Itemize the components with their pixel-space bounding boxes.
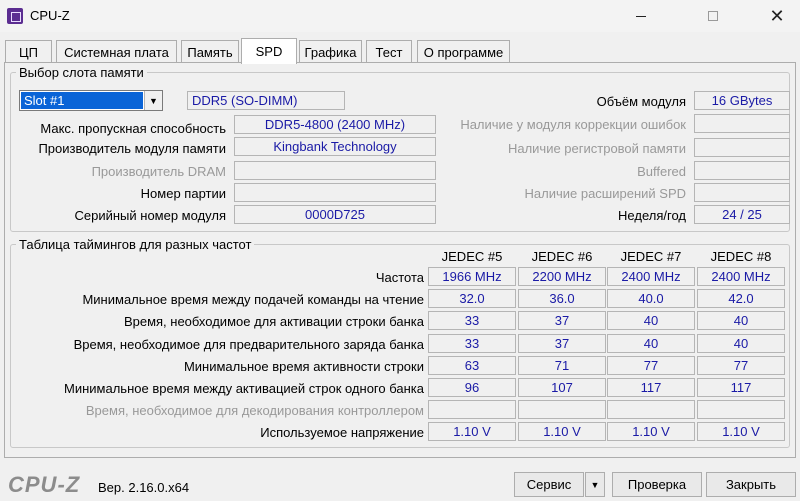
memory-type-value: DDR5 (SO-DIMM) (187, 91, 345, 110)
cpu-z-icon (7, 8, 23, 24)
timings-cell: 107 (518, 378, 606, 397)
minimize-button[interactable] (618, 0, 664, 32)
module-manufacturer-label: Производитель модуля памяти (38, 141, 226, 156)
timings-cell: 77 (697, 356, 785, 375)
ecc-label: Наличие у модуля коррекции ошибок (460, 117, 686, 132)
tab-mainboard[interactable]: Системная плата (56, 40, 177, 63)
timings-cell (518, 400, 606, 419)
timings-cell: 96 (428, 378, 516, 397)
max-bandwidth-value: DDR5-4800 (2400 MHz) (234, 115, 436, 134)
ecc-value (694, 114, 790, 133)
spd-ext-label: Наличие расширений SPD (524, 186, 687, 201)
timings-cell: 40.0 (607, 289, 695, 308)
window-title: CPU-Z (30, 8, 70, 23)
cpu-z-logo: CPU-Z (8, 472, 81, 497)
part-number-label: Номер партии (140, 186, 226, 201)
tab-graphics[interactable]: Графика (299, 40, 362, 63)
timings-cell: 1.10 V (607, 422, 695, 441)
timings-cell: 33 (428, 334, 516, 353)
buffered-label: Buffered (637, 164, 686, 179)
timings-row-label: Частота (375, 270, 424, 285)
chevron-down-icon: ▼ (590, 479, 600, 490)
minimize-icon (636, 15, 646, 17)
tools-dropdown-button[interactable]: ▼ (585, 472, 605, 497)
timings-cell (607, 400, 695, 419)
title-bar: CPU-Z ✕ (0, 0, 800, 32)
tab-cpu[interactable]: ЦП (5, 40, 52, 63)
timings-cell: 63 (428, 356, 516, 375)
week-year-label: Неделя/год (618, 208, 686, 223)
week-year-value: 24 / 25 (694, 205, 790, 224)
tools-button[interactable]: Сервис (514, 472, 584, 497)
timings-cell: 117 (607, 378, 695, 397)
slot-select[interactable]: Slot #1 ▼ (19, 90, 163, 111)
timings-cell: 33 (428, 311, 516, 330)
max-bandwidth-label: Макс. пропускная способность (40, 121, 226, 136)
slot-select-value: Slot #1 (21, 92, 143, 109)
validate-button[interactable]: Проверка (612, 472, 702, 497)
timings-cell: 40 (697, 311, 785, 330)
timings-cell: 32.0 (428, 289, 516, 308)
timings-row-label: Минимальное время между активацией строк… (64, 381, 424, 396)
timings-cell: 77 (607, 356, 695, 375)
timings-cell: 1.10 V (518, 422, 606, 441)
timings-column-header: JEDEC #5 (441, 249, 503, 264)
version-label: Вер. 2.16.0.x64 (98, 480, 190, 495)
timings-cell (428, 400, 516, 419)
timings-cell: 1.10 V (697, 422, 785, 441)
timings-row-label: Время, необходимое для предварительного … (73, 337, 424, 352)
serial-number-label: Серийный номер модуля (74, 208, 227, 223)
timings-legend: Таблица таймингов для разных частот (16, 237, 255, 252)
close-icon: ✕ (769, 5, 785, 26)
serial-number-value: 0000D725 (234, 205, 436, 224)
timings-column-header: JEDEC #7 (620, 249, 682, 264)
tab-spd[interactable]: SPD (241, 38, 297, 64)
timings-row-label: Минимальное время активности строки (183, 359, 424, 374)
spd-ext-value (694, 183, 790, 202)
dram-manufacturer-value (234, 161, 436, 180)
tab-bar: ЦП Системная плата Память SPD Графика Те… (0, 38, 800, 64)
module-manufacturer-value: Kingbank Technology (234, 137, 436, 156)
close-button[interactable]: Закрыть (706, 472, 796, 497)
module-size-value: 16 GBytes (694, 91, 790, 110)
tab-memory[interactable]: Память (181, 40, 239, 63)
maximize-button[interactable] (690, 0, 736, 32)
timings-cell: 40 (607, 334, 695, 353)
maximize-icon (708, 11, 718, 21)
tab-about[interactable]: О программе (417, 40, 510, 63)
part-number-value (234, 183, 436, 202)
timings-cell: 40 (697, 334, 785, 353)
timings-cell: 1.10 V (428, 422, 516, 441)
dram-manufacturer-label: Производитель DRAM (91, 164, 226, 179)
timings-cell: 2200 MHz (518, 267, 606, 286)
timings-column-header: JEDEC #8 (710, 249, 772, 264)
timings-cell: 40 (607, 311, 695, 330)
buffered-value (694, 161, 790, 180)
timings-cell: 117 (697, 378, 785, 397)
timings-cell: 37 (518, 334, 606, 353)
timings-cell: 42.0 (697, 289, 785, 308)
timings-cell: 1966 MHz (428, 267, 516, 286)
timings-row-label: Используемое напряжение (260, 425, 424, 440)
timings-cell (697, 400, 785, 419)
chevron-down-icon[interactable]: ▼ (144, 91, 162, 110)
registered-value (694, 138, 790, 157)
slot-legend: Выбор слота памяти (16, 65, 147, 80)
timings-cell: 71 (518, 356, 606, 375)
timings-row-label: Минимальное время между подачей команды … (82, 292, 424, 307)
timings-row-label: Время, необходимое для декодирования кон… (85, 403, 424, 418)
tab-bench[interactable]: Тест (366, 40, 412, 63)
close-window-button[interactable]: ✕ (754, 0, 800, 32)
timings-cell: 36.0 (518, 289, 606, 308)
timings-cell: 37 (518, 311, 606, 330)
module-size-label: Объём модуля (596, 94, 686, 109)
timings-row-label: Время, необходимое для активации строки … (123, 314, 424, 329)
timings-cell: 2400 MHz (607, 267, 695, 286)
registered-label: Наличие регистровой памяти (507, 141, 686, 156)
timings-column-header: JEDEC #6 (531, 249, 593, 264)
timings-cell: 2400 MHz (697, 267, 785, 286)
